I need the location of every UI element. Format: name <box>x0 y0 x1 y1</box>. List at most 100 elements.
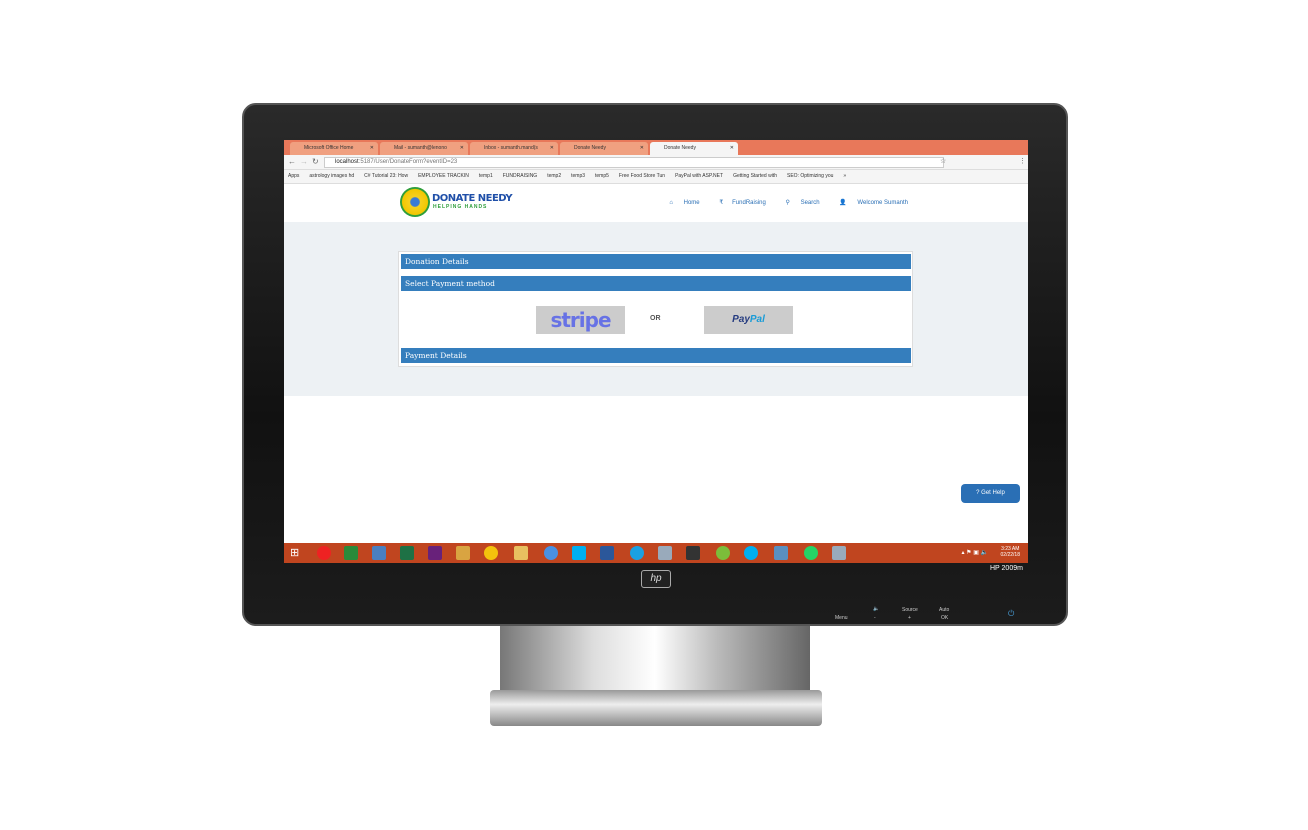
app-icon[interactable] <box>658 546 672 560</box>
power-icon[interactable]: ⏻ <box>1008 609 1014 619</box>
close-icon[interactable]: ✕ <box>460 145 464 151</box>
logo-emblem[interactable] <box>400 187 430 217</box>
close-icon[interactable]: ✕ <box>640 145 644 151</box>
nav-search[interactable]: ⚲ Search <box>777 200 820 206</box>
volume-icon: 🔈 <box>873 606 880 612</box>
bookmark[interactable]: temp5 <box>595 173 609 179</box>
file-explorer-icon[interactable] <box>514 546 528 560</box>
monitor-stand-base <box>490 690 822 726</box>
bookmark-star-icon[interactable]: ☆ <box>940 157 946 165</box>
chrome-icon[interactable] <box>484 546 498 560</box>
tab-office[interactable]: Microsoft Office Home ✕ <box>290 142 378 155</box>
visual-studio-icon[interactable] <box>428 546 442 560</box>
screen: Microsoft Office Home ✕ Mail - sumanth@le… <box>284 140 1028 563</box>
rupee-icon: ₹ <box>719 200 724 206</box>
donation-details-header[interactable]: Donation Details <box>401 254 911 269</box>
reload-icon[interactable]: ↻ <box>312 157 319 166</box>
payment-details-header[interactable]: Payment Details <box>401 348 911 363</box>
bookmark[interactable]: temp1 <box>479 173 493 179</box>
hp-logo: hp <box>641 570 671 588</box>
bookmark[interactable]: astrology images hd <box>309 173 354 179</box>
excel-icon[interactable] <box>400 546 414 560</box>
taskbar: ⊞ ▴ ⚑ ▣ 🔈 3:23 AM 02/22/18 <box>284 543 1028 563</box>
remote-desktop-icon[interactable] <box>774 546 788 560</box>
tools-icon[interactable] <box>456 546 470 560</box>
paypal-button[interactable]: PayPal <box>704 306 793 334</box>
content-area: Donation Details Select Payment method s… <box>284 222 1028 396</box>
nav-user[interactable]: 👤 Welcome Sumanth <box>830 200 908 206</box>
site-header: DONATE NEEDY HELPING HANDS ⌂ Home ₹ FundR… <box>284 184 1028 222</box>
url-input[interactable]: localhost:5187/User/DonateForm?eventID=2… <box>324 157 944 168</box>
system-tray-icons[interactable]: ▴ ⚑ ▣ 🔈 <box>961 549 988 556</box>
bookmark[interactable]: SEO: Optimizing you <box>787 173 833 179</box>
main-nav: ⌂ Home ₹ FundRaising ⚲ Search 👤 Welcome S… <box>651 199 908 206</box>
ok-button[interactable]: OK <box>941 615 948 621</box>
bookmarks-bar: Apps astrology images hd C# Tutorial 23: H… <box>284 170 1028 184</box>
monitor-stand-neck <box>500 626 810 698</box>
stripe-button[interactable]: stripe <box>536 306 625 334</box>
nav-label: Search <box>800 200 820 206</box>
app-icon[interactable] <box>832 546 846 560</box>
url-path: :5187/User/DonateForm?eventID=23 <box>358 159 458 165</box>
windows-start-icon[interactable]: ⊞ <box>290 546 304 560</box>
close-icon[interactable]: ✕ <box>550 145 554 151</box>
store-icon[interactable] <box>344 546 358 560</box>
bookmark[interactable]: EMPLOYEE TRACKIN <box>418 173 469 179</box>
nav-label: FundRaising <box>732 200 766 206</box>
powershell-icon[interactable] <box>686 546 700 560</box>
tab-mail[interactable]: Mail - sumanth@lenono ✕ <box>380 142 468 155</box>
help-icon: ? <box>976 490 980 496</box>
back-icon[interactable]: ← <box>288 157 296 166</box>
menu-button[interactable]: Menu <box>835 615 848 621</box>
user-icon: 👤 <box>839 200 847 206</box>
bookmark[interactable]: temp2 <box>547 173 561 179</box>
tab-label: Donate Needy <box>574 145 606 151</box>
close-icon[interactable]: ✕ <box>370 145 374 151</box>
tab-label: Mail - sumanth@lenono <box>394 145 447 151</box>
tab-donate-1[interactable]: Donate Needy ✕ <box>560 142 648 155</box>
bookmark[interactable]: Getting Started with <box>733 173 777 179</box>
brand-tagline: HELPING HANDS <box>433 204 488 210</box>
clock-date: 02/22/18 <box>1000 552 1020 558</box>
whatsapp-icon[interactable] <box>804 546 818 560</box>
bookmark[interactable]: Free Food Store Tun <box>619 173 665 179</box>
search-icon: ⚲ <box>785 200 790 206</box>
get-help-button[interactable]: ? Get Help <box>961 484 1020 503</box>
chrome-canary-icon[interactable] <box>544 546 558 560</box>
bookmark[interactable]: Apps <box>288 173 299 179</box>
nav-label: Welcome Sumanth <box>857 200 908 206</box>
bookmark[interactable]: PayPal with ASP.NET <box>675 173 723 179</box>
auto-label: Auto <box>939 607 950 613</box>
plus-button[interactable]: + <box>908 615 911 621</box>
bookmark[interactable]: C# Tutorial 23: How <box>364 173 408 179</box>
donation-panel: Donation Details Select Payment method s… <box>398 251 913 367</box>
nav-fundraising[interactable]: ₹ FundRaising <box>710 200 766 206</box>
forward-icon[interactable]: → <box>300 157 308 166</box>
tab-label: Inbox - sumanth.mand(s <box>484 145 538 151</box>
menu-icon[interactable]: ⋮ <box>1019 157 1026 165</box>
home-icon: ⌂ <box>669 200 673 206</box>
or-label: OR <box>650 315 661 322</box>
nav-label: Home <box>683 200 700 206</box>
brand-name[interactable]: DONATE NEEDY <box>432 193 513 204</box>
tab-donate-active[interactable]: Donate Needy ✕ <box>650 142 738 155</box>
bookmark[interactable]: FUNDRAISING <box>503 173 537 179</box>
bookmark[interactable]: temp3 <box>571 173 585 179</box>
monitor-model: HP 2009m <box>990 565 1023 572</box>
tab-inbox[interactable]: Inbox - sumanth.mand(s ✕ <box>470 142 558 155</box>
utorrent-icon[interactable] <box>716 546 730 560</box>
ie-icon[interactable] <box>630 546 644 560</box>
skype-business-icon[interactable] <box>744 546 758 560</box>
bookmarks-overflow[interactable]: » <box>843 173 846 179</box>
minus-button[interactable]: - <box>874 615 876 621</box>
address-bar-row: ← → ↻ localhost:5187/User/DonateForm?eve… <box>284 155 1028 170</box>
url-host: localhost <box>335 159 359 165</box>
word-icon[interactable] <box>600 546 614 560</box>
opera-icon[interactable] <box>317 546 331 560</box>
close-icon[interactable]: ✕ <box>730 145 734 151</box>
network-icon[interactable] <box>372 546 386 560</box>
clock[interactable]: 3:23 AM 02/22/18 <box>1001 546 1020 558</box>
skype-icon[interactable] <box>572 546 586 560</box>
nav-home[interactable]: ⌂ Home <box>660 200 699 206</box>
tab-label: Microsoft Office Home <box>304 145 354 151</box>
